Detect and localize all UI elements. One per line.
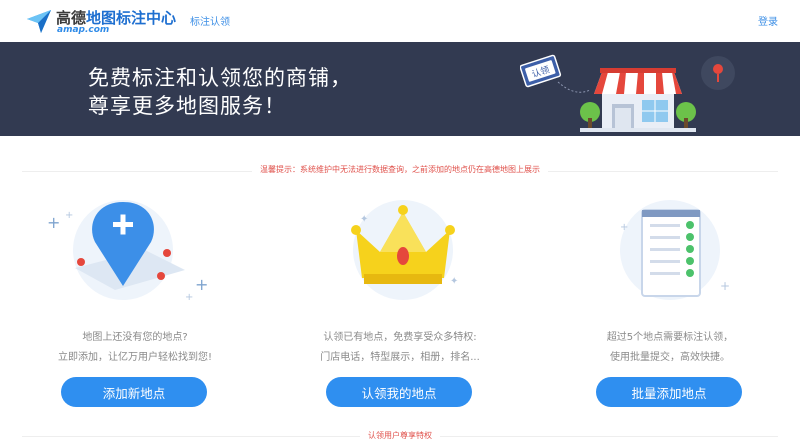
location-pin-icon: [701, 56, 735, 90]
logo-domain: amap.com: [57, 25, 110, 35]
add-new-place-button[interactable]: 添加新地点: [61, 377, 207, 407]
banner-title: 免费标注和认领您的商铺， 尊享更多地图服务！: [88, 64, 352, 120]
claim-place-card: ✦ ✦ 认领已有地点，免费享受众多特权: 门店电话，特型展示，相册，排名... …: [265, 190, 535, 410]
svg-text:+: +: [185, 292, 193, 300]
batch-add-places-button[interactable]: 批量添加地点: [596, 377, 742, 407]
svg-text:+: +: [65, 210, 73, 221]
add-place-description: 地图上还没有您的地点? 立即添加，让亿万用户轻松找到您!: [57, 332, 212, 363]
svg-text:✦: ✦: [360, 214, 368, 225]
claim-badge-icon: 认领: [520, 54, 562, 88]
hero-banner: 免费标注和认领您的商铺， 尊享更多地图服务！ 认领: [0, 42, 800, 136]
svg-text:+: +: [47, 213, 60, 232]
claim-my-place-button[interactable]: 认领我的地点: [326, 377, 472, 407]
batch-add-description: 超过5个地点需要标注认领， 使用批量提交，高效快捷。: [606, 332, 734, 363]
svg-text:+: +: [620, 222, 628, 233]
claim-place-description: 认领已有地点，免费享受众多特权: 门店电话，特型展示，相册，排名...: [320, 332, 480, 363]
batch-add-card: + + 超过5个地点需要标注认领， 使用批量提交，高效快捷。 批量添加地点: [535, 190, 800, 410]
storefront-illustration: 认领: [520, 54, 735, 132]
top-header: 高德地图标注中心 amap.com 标注认领 登录: [0, 0, 800, 42]
amap-logo[interactable]: 高德地图标注中心 amap.com: [26, 6, 176, 36]
claim-privileges-heading: 认领用户尊享特权: [0, 430, 800, 441]
svg-text:+: +: [195, 275, 208, 294]
maintenance-notice: 温馨提示：系统维护中无法进行数据查询，之前添加的地点仍在高德地图上展示: [0, 164, 800, 175]
map-pin-plus-illustration: + + + +: [47, 200, 208, 300]
banner-title-line2: 尊享更多地图服务！: [88, 94, 286, 118]
login-link[interactable]: 登录: [758, 13, 778, 28]
banner-title-line1: 免费标注和认领您的商铺，: [88, 66, 352, 90]
checklist-illustration: + +: [620, 200, 730, 300]
add-place-card: + + + + 地图上还没有您的地点? 立即添加，让亿万用户轻松找到您! 添加新…: [0, 190, 270, 410]
paper-plane-icon: [27, 10, 51, 33]
nav-mark-claim[interactable]: 标注认领: [190, 13, 230, 28]
svg-text:+: +: [720, 279, 730, 293]
svg-text:✦: ✦: [450, 276, 458, 287]
shop-awning: [594, 68, 682, 94]
crown-illustration: ✦ ✦: [351, 200, 458, 300]
